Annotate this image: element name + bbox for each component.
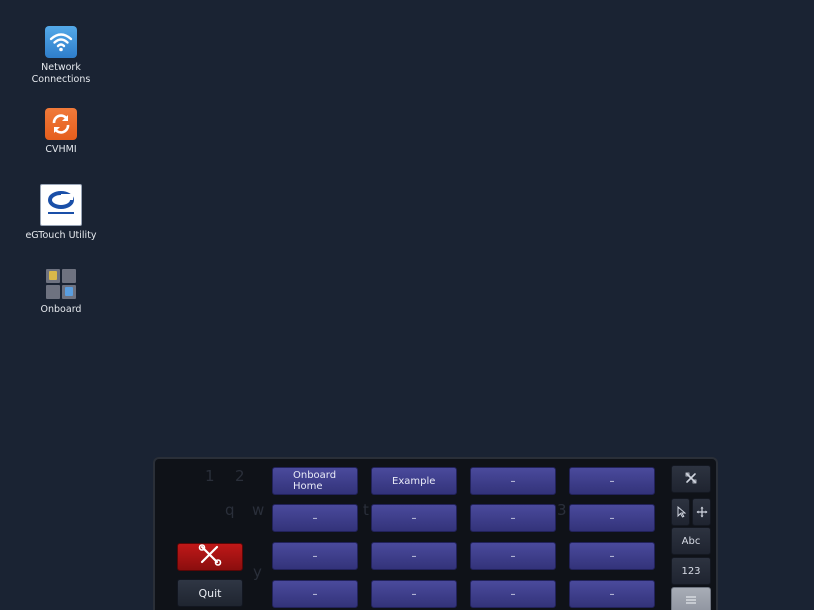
snippet-key[interactable]: – [371, 504, 457, 532]
desktop-icon-egtouch-utility[interactable]: eGTouch Utility [16, 184, 106, 242]
icon-label-line2: Connections [31, 74, 91, 85]
ghost-key: q [225, 501, 235, 519]
snippet-key[interactable]: – [470, 467, 556, 495]
desktop-icon-onboard[interactable]: Onboard [16, 268, 106, 316]
tools-button[interactable] [177, 543, 243, 571]
ghost-key: y [253, 563, 262, 581]
quit-button[interactable]: Quit [177, 579, 243, 607]
ghost-key: t [363, 501, 369, 519]
snippet-key[interactable]: – [569, 542, 655, 570]
ghost-key: 2 [235, 467, 245, 485]
abc-layout-button[interactable]: Abc [671, 527, 711, 555]
snippet-key-example[interactable]: Example [371, 467, 457, 495]
numeric-layout-button[interactable]: 123 [671, 557, 711, 585]
snippet-key[interactable]: – [272, 580, 358, 608]
icon-label-line1: Network [41, 62, 81, 73]
menu-icon [685, 595, 697, 608]
ghost-key: w [252, 501, 265, 519]
close-keyboard-button[interactable] [671, 465, 711, 493]
snippet-key[interactable]: – [470, 580, 556, 608]
snippet-key[interactable]: – [470, 504, 556, 532]
pointer-move-group [671, 498, 711, 526]
icon-label: CVHMI [45, 144, 77, 155]
move-button[interactable] [692, 498, 711, 526]
scissors-tools-icon [197, 544, 223, 570]
menu-button[interactable] [671, 587, 711, 610]
network-wifi-icon [45, 26, 77, 58]
icon-label: Onboard [40, 304, 82, 315]
ghost-key: 1 [205, 467, 215, 485]
onboard-icon [45, 268, 77, 300]
sync-icon [45, 108, 77, 140]
snippet-key[interactable]: – [272, 542, 358, 570]
close-icon [685, 472, 697, 487]
move-icon [696, 503, 708, 522]
icon-label: eGTouch Utility [25, 230, 97, 241]
pointer-button[interactable] [671, 498, 690, 526]
snippet-key[interactable]: – [272, 504, 358, 532]
pointer-icon [676, 503, 686, 522]
snippet-key[interactable]: – [569, 504, 655, 532]
snippet-key[interactable]: – [470, 542, 556, 570]
onboard-keyboard: 1 2 q w t y 3 Quit Onboard Home Example … [153, 457, 718, 610]
ghost-key: 3 [557, 501, 567, 519]
snippet-key[interactable]: – [371, 542, 457, 570]
snippet-key[interactable]: – [569, 467, 655, 495]
snippet-key[interactable]: – [569, 580, 655, 608]
snippet-key[interactable]: – [371, 580, 457, 608]
egtouch-icon [40, 184, 82, 226]
desktop-icon-cvhmi[interactable]: CVHMI [16, 108, 106, 156]
desktop-icon-network-connections[interactable]: Network Connections [16, 26, 106, 86]
snippet-key-onboard-home[interactable]: Onboard Home [272, 467, 358, 495]
